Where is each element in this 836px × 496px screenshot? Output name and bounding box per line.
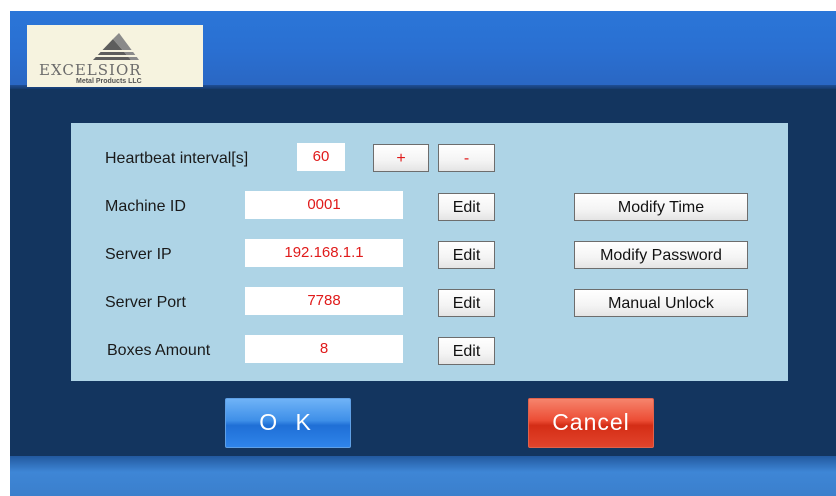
company-logo: EXCELSIOR Metal Products LLC [27, 25, 203, 87]
heartbeat-decrement-button[interactable]: - [438, 144, 495, 172]
cancel-button[interactable]: Cancel [528, 398, 654, 448]
footer-bar [10, 456, 836, 496]
logo-subtitle: Metal Products LLC [76, 78, 142, 85]
heartbeat-increment-button[interactable]: + [373, 144, 429, 172]
boxes-amount-label: Boxes Amount [107, 342, 211, 359]
settings-screen: EXCELSIOR Metal Products LLC Heartbeat i… [10, 11, 836, 496]
server-ip-edit-button[interactable]: Edit [438, 241, 495, 269]
server-port-edit-button[interactable]: Edit [438, 289, 495, 317]
logo-wordmark: EXCELSIOR [39, 61, 142, 79]
modify-password-button[interactable]: Modify Password [574, 241, 748, 269]
server-port-field[interactable]: 7788 [245, 287, 403, 315]
server-port-label: Server Port [105, 294, 186, 311]
boxes-amount-edit-button[interactable]: Edit [438, 337, 495, 365]
heartbeat-interval-label: Heartbeat interval[s] [105, 150, 249, 167]
server-ip-field[interactable]: 192.168.1.1 [245, 239, 403, 267]
ok-button[interactable]: O K [225, 398, 351, 448]
machine-id-edit-button[interactable]: Edit [438, 193, 495, 221]
heartbeat-interval-field[interactable]: 60 [297, 143, 345, 171]
boxes-amount-field[interactable]: 8 [245, 335, 403, 363]
modify-time-button[interactable]: Modify Time [574, 193, 748, 221]
manual-unlock-button[interactable]: Manual Unlock [574, 289, 748, 317]
machine-id-field[interactable]: 0001 [245, 191, 403, 219]
settings-panel: Heartbeat interval[s] 60 + - Machine ID … [71, 123, 788, 381]
machine-id-label: Machine ID [105, 198, 186, 215]
server-ip-label: Server IP [105, 246, 172, 263]
